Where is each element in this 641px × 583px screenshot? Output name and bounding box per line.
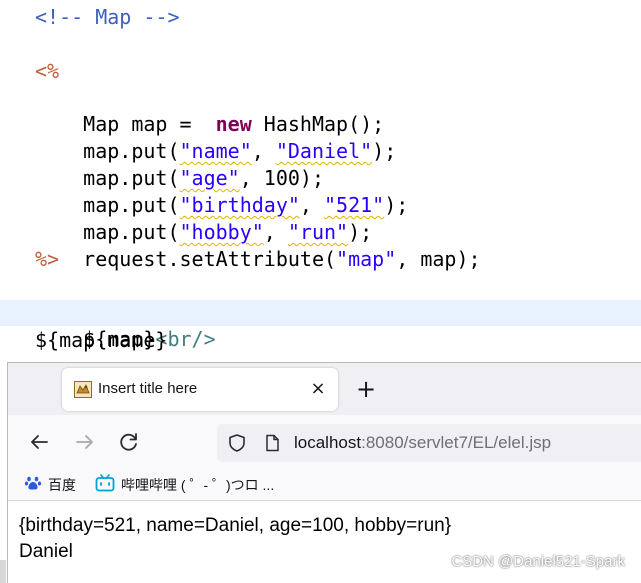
code-token: , map); <box>396 247 481 271</box>
address-bar[interactable]: localhost:8080/servlet7/EL/elel.jsp <box>217 424 641 462</box>
code-line-map-decl: Map map = new HashMap(); <box>35 85 384 136</box>
tab-title: Insert title here <box>98 380 198 397</box>
url-host: localhost <box>294 433 362 452</box>
close-icon[interactable]: × <box>306 377 330 401</box>
tab-strip: Insert title here × + <box>8 363 641 415</box>
url-path: :8080/servlet7/EL/elel.jsp <box>361 433 552 452</box>
browser-window: Insert title here × + localhost:8080/ser… <box>7 362 641 583</box>
bookmark-label: 哔哩哔哩 ( ゜- ゜)つロ ... <box>121 477 275 493</box>
code-line-set-attribute: request.setAttribute("map", map); <box>35 220 480 271</box>
output-map-line: {birthday=521, name=Daniel, age=100, hob… <box>19 515 452 536</box>
code-line-put-hobby: map.put("hobby", "run"); <box>35 193 372 244</box>
code-line-jsp-open: <% <box>35 59 60 83</box>
code-editor[interactable]: <!-- Map --> <% Map map = new HashMap();… <box>0 0 641 362</box>
new-tab-button[interactable]: + <box>352 375 380 403</box>
page-content: {birthday=521, name=Daniel, age=100, hob… <box>8 501 641 583</box>
code-line-put-age: map.put("age", 100); <box>35 139 324 190</box>
code-line-el-map-name: ${map.name} <box>35 328 168 352</box>
bookmark-bilibili[interactable]: 哔哩哔哩 ( ゜- ゜)つロ ... <box>95 474 275 496</box>
shield-icon[interactable] <box>227 433 247 453</box>
editor-gutter-edge <box>0 560 6 583</box>
tab-insert-title[interactable]: Insert title here × <box>62 368 338 411</box>
reload-icon[interactable] <box>114 427 144 457</box>
code-string: "map" <box>336 247 397 271</box>
tomcat-favicon-icon <box>74 381 92 398</box>
code-line-put-birthday: map.put("birthday", "521"); <box>35 166 408 217</box>
bookmarks-toolbar: 百度 哔哩哔哩 ( ゜- ゜)つロ ... <box>8 469 641 501</box>
bilibili-tv-icon <box>95 474 115 496</box>
code-token: ); <box>372 139 397 163</box>
baidu-paw-icon <box>24 474 42 496</box>
watermark: CSDN @Daniel521-Spark <box>451 553 625 570</box>
code-line-comment: <!-- Map --> <box>35 5 180 29</box>
output-name-line: Daniel <box>19 541 73 562</box>
code-line-put-name: map.put("name", "Daniel"); <box>35 112 396 163</box>
forward-arrow-icon[interactable] <box>70 427 100 457</box>
navigation-toolbar: localhost:8080/servlet7/EL/elel.jsp <box>8 415 641 469</box>
code-line-el-map-current: ${map}<br/> <box>0 300 641 351</box>
back-arrow-icon[interactable] <box>24 427 54 457</box>
code-token: ); <box>384 193 409 217</box>
url-text[interactable]: localhost:8080/servlet7/EL/elel.jsp <box>294 433 551 453</box>
bookmark-label: 百度 <box>48 477 76 493</box>
code-line-jsp-close: %> <box>35 247 60 271</box>
bookmark-baidu[interactable]: 百度 <box>24 475 76 495</box>
page-icon[interactable] <box>262 433 282 453</box>
code-token: request.setAttribute( <box>83 247 337 271</box>
